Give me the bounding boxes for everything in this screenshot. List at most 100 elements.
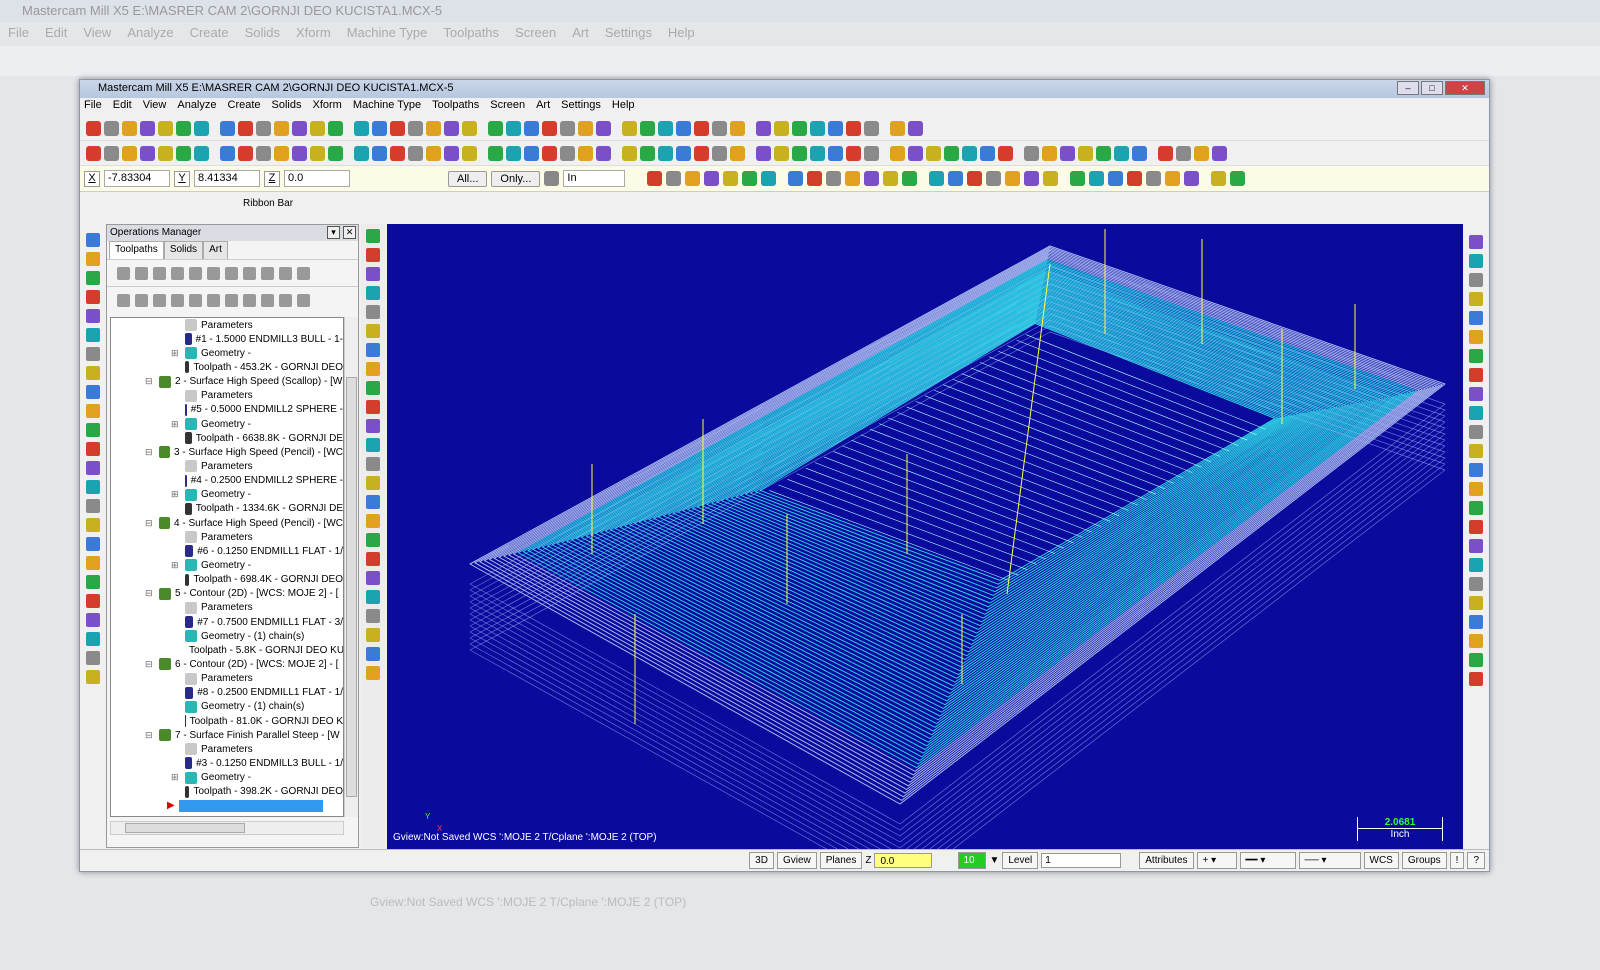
toolbar-button-icon[interactable] xyxy=(640,120,655,136)
mstrip-button-icon[interactable] xyxy=(366,229,380,243)
toolbar-button-icon[interactable] xyxy=(1024,171,1040,186)
toolbar-button-icon[interactable] xyxy=(86,120,101,136)
rstrip-button-icon[interactable] xyxy=(1469,425,1483,439)
ops-tool-icon[interactable] xyxy=(117,293,130,307)
tree-node[interactable]: ⊟ 4 - Surface High Speed (Pencil) - [WC xyxy=(111,516,343,530)
toolbar-button-icon[interactable] xyxy=(962,145,977,161)
collapse-icon[interactable]: ⊟ xyxy=(145,447,153,458)
toolbar-button-icon[interactable] xyxy=(426,145,441,161)
toolbar-button-icon[interactable] xyxy=(792,145,807,161)
lstrip-button-icon[interactable] xyxy=(86,594,100,608)
tree-node[interactable]: Parameters xyxy=(111,459,343,473)
rstrip-button-icon[interactable] xyxy=(1469,463,1483,477)
ops-tool-icon[interactable] xyxy=(225,293,238,307)
tree-node[interactable]: Toolpath - 6638.8K - GORNJI DE xyxy=(111,431,343,445)
toolbar-button-icon[interactable] xyxy=(1211,171,1227,186)
rstrip-button-icon[interactable] xyxy=(1469,520,1483,534)
toolbar-button-icon[interactable] xyxy=(292,145,307,161)
tree-node[interactable]: ⊞ Geometry - xyxy=(111,558,343,572)
collapse-icon[interactable]: ⊟ xyxy=(145,730,153,741)
toolbar-button-icon[interactable] xyxy=(846,120,861,136)
x-coordinate-input[interactable]: -7.83304 xyxy=(104,170,170,187)
toolbar-button-icon[interactable] xyxy=(578,120,593,136)
rstrip-button-icon[interactable] xyxy=(1469,558,1483,572)
lstrip-button-icon[interactable] xyxy=(86,252,100,266)
z-coordinate-input[interactable]: 0.0 xyxy=(284,170,350,187)
toolbar-button-icon[interactable] xyxy=(328,145,343,161)
tree-node[interactable]: Parameters xyxy=(111,318,343,332)
toolbar-button-icon[interactable] xyxy=(256,145,271,161)
menu-item-view[interactable]: View xyxy=(143,99,167,115)
rstrip-button-icon[interactable] xyxy=(1469,292,1483,306)
menu-item-toolpaths[interactable]: Toolpaths xyxy=(432,99,479,115)
toolbar-button-icon[interactable] xyxy=(560,120,575,136)
tree-node[interactable]: ⊞ Geometry - xyxy=(111,417,343,431)
toolbar-button-icon[interactable] xyxy=(86,145,101,161)
tree-node[interactable]: Toolpath - 81.0K - GORNJI DEO K xyxy=(111,714,343,728)
toolbar-button-icon[interactable] xyxy=(444,120,459,136)
mstrip-button-icon[interactable] xyxy=(366,324,380,338)
toolbar-button-icon[interactable] xyxy=(846,145,861,161)
lstrip-button-icon[interactable] xyxy=(86,461,100,475)
toolbar-button-icon[interactable] xyxy=(788,171,804,186)
ops-tool-icon[interactable] xyxy=(297,266,310,280)
rstrip-button-icon[interactable] xyxy=(1469,596,1483,610)
toolbar-button-icon[interactable] xyxy=(444,145,459,161)
toolbar-button-icon[interactable] xyxy=(1042,145,1057,161)
rstrip-button-icon[interactable] xyxy=(1469,539,1483,553)
toolbar-button-icon[interactable] xyxy=(1176,145,1191,161)
toolbar-button-icon[interactable] xyxy=(1127,171,1143,186)
tab-art[interactable]: Art xyxy=(203,241,228,259)
expand-icon[interactable]: ⊞ xyxy=(171,489,179,500)
toolbar-button-icon[interactable] xyxy=(292,120,307,136)
mstrip-button-icon[interactable] xyxy=(366,286,380,300)
rstrip-button-icon[interactable] xyxy=(1469,653,1483,667)
toolbar-button-icon[interactable] xyxy=(274,120,289,136)
menu-item-file[interactable]: File xyxy=(84,99,102,115)
toolbar-button-icon[interactable] xyxy=(524,120,539,136)
toolbar-button-icon[interactable] xyxy=(1165,171,1181,186)
mstrip-button-icon[interactable] xyxy=(366,647,380,661)
toolbar-button-icon[interactable] xyxy=(506,145,521,161)
lstrip-button-icon[interactable] xyxy=(86,423,100,437)
toolbar-button-icon[interactable] xyxy=(238,120,253,136)
mstrip-button-icon[interactable] xyxy=(366,628,380,642)
tree-node[interactable]: Parameters xyxy=(111,742,343,756)
tree-node[interactable]: Parameters xyxy=(111,389,343,403)
tree-node[interactable]: #8 - 0.2500 ENDMILL1 FLAT - 1/ xyxy=(111,686,343,700)
toolbar-button-icon[interactable] xyxy=(998,145,1013,161)
toolbar-button-icon[interactable] xyxy=(890,120,905,136)
graphics-viewport[interactable]: Y X Gview:Not Saved WCS ':MOJE 2 T/Cplan… xyxy=(387,224,1463,849)
rstrip-button-icon[interactable] xyxy=(1469,615,1483,629)
toolbar-button-icon[interactable] xyxy=(194,145,209,161)
toolbar-button-icon[interactable] xyxy=(462,120,477,136)
ops-tool-icon[interactable] xyxy=(243,266,256,280)
ops-tool-icon[interactable] xyxy=(189,293,202,307)
lstrip-button-icon[interactable] xyxy=(86,347,100,361)
tree-horizontal-scrollbar[interactable] xyxy=(110,821,344,835)
mstrip-button-icon[interactable] xyxy=(366,590,380,604)
toolbar-button-icon[interactable] xyxy=(756,120,771,136)
toolbar-button-icon[interactable] xyxy=(596,120,611,136)
ops-tool-icon[interactable] xyxy=(207,293,220,307)
menu-item-art[interactable]: Art xyxy=(536,99,550,115)
mstrip-button-icon[interactable] xyxy=(366,419,380,433)
mstrip-button-icon[interactable] xyxy=(366,362,380,376)
rstrip-button-icon[interactable] xyxy=(1469,311,1483,325)
toolbar-button-icon[interactable] xyxy=(256,120,271,136)
rstrip-button-icon[interactable] xyxy=(1469,482,1483,496)
expand-icon[interactable]: ⊞ xyxy=(171,419,179,430)
toolbar-button-icon[interactable] xyxy=(310,120,325,136)
toolbar-button-icon[interactable] xyxy=(354,120,369,136)
toolbar-button-icon[interactable] xyxy=(1114,145,1129,161)
rstrip-button-icon[interactable] xyxy=(1469,368,1483,382)
rstrip-button-icon[interactable] xyxy=(1469,349,1483,363)
mstrip-button-icon[interactable] xyxy=(366,400,380,414)
toolbar-button-icon[interactable] xyxy=(666,171,682,186)
toolbar-button-icon[interactable] xyxy=(372,120,387,136)
all-button[interactable]: All... xyxy=(448,170,488,187)
toolbar-button-icon[interactable] xyxy=(1024,145,1039,161)
rstrip-button-icon[interactable] xyxy=(1469,235,1483,249)
point-style-select[interactable]: + ▾ xyxy=(1196,852,1237,869)
ops-tool-icon[interactable] xyxy=(171,266,184,280)
